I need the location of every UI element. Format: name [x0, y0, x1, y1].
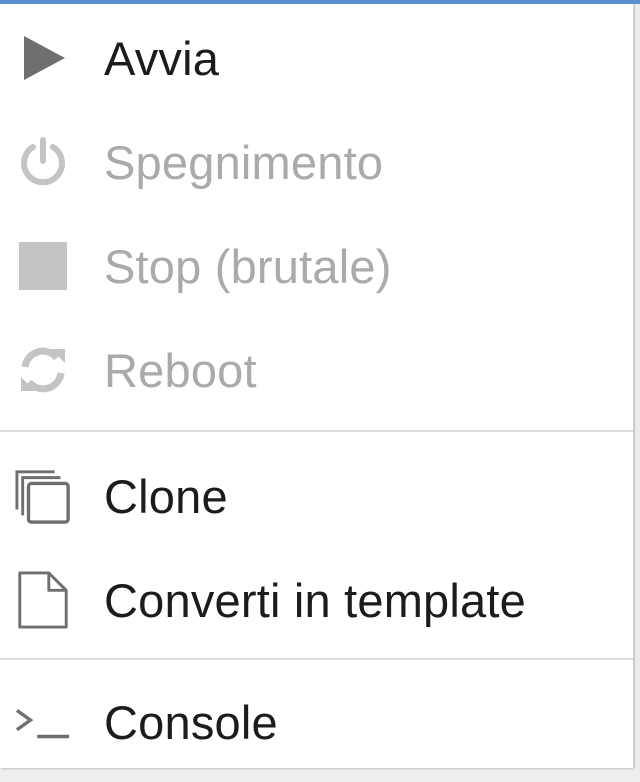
menu-item-spegnimento[interactable]: Spegnimento	[0, 112, 633, 212]
clone-icon	[14, 467, 72, 525]
menu-separator	[0, 430, 633, 432]
menu-item-converti-in-template[interactable]: Converti in template	[0, 550, 633, 650]
power-icon	[14, 133, 72, 191]
menu-item-label: Reboot	[104, 343, 257, 397]
play-icon	[14, 29, 72, 87]
menu-item-label: Avvia	[104, 31, 220, 85]
menu-item-label: Spegnimento	[104, 135, 384, 189]
menu-item-label: Console	[104, 695, 278, 749]
context-menu: Avvia Spegnimento Stop (brutale) Reboot …	[0, 4, 633, 768]
menu-item-label: Clone	[104, 469, 228, 523]
menu-item-clone[interactable]: Clone	[0, 446, 633, 546]
terminal-icon	[14, 693, 72, 751]
menu-item-stop-brutale[interactable]: Stop (brutale)	[0, 216, 633, 316]
stop-icon	[14, 237, 72, 295]
background-panel-edge	[634, 4, 640, 782]
menu-item-label: Stop (brutale)	[104, 239, 392, 293]
menu-item-reboot[interactable]: Reboot	[0, 320, 633, 420]
reload-icon	[14, 341, 72, 399]
menu-item-label: Converti in template	[104, 573, 526, 627]
file-icon	[14, 571, 72, 629]
menu-item-avvia[interactable]: Avvia	[0, 8, 633, 108]
menu-item-console[interactable]: Console	[0, 672, 633, 772]
menu-separator	[0, 658, 633, 660]
